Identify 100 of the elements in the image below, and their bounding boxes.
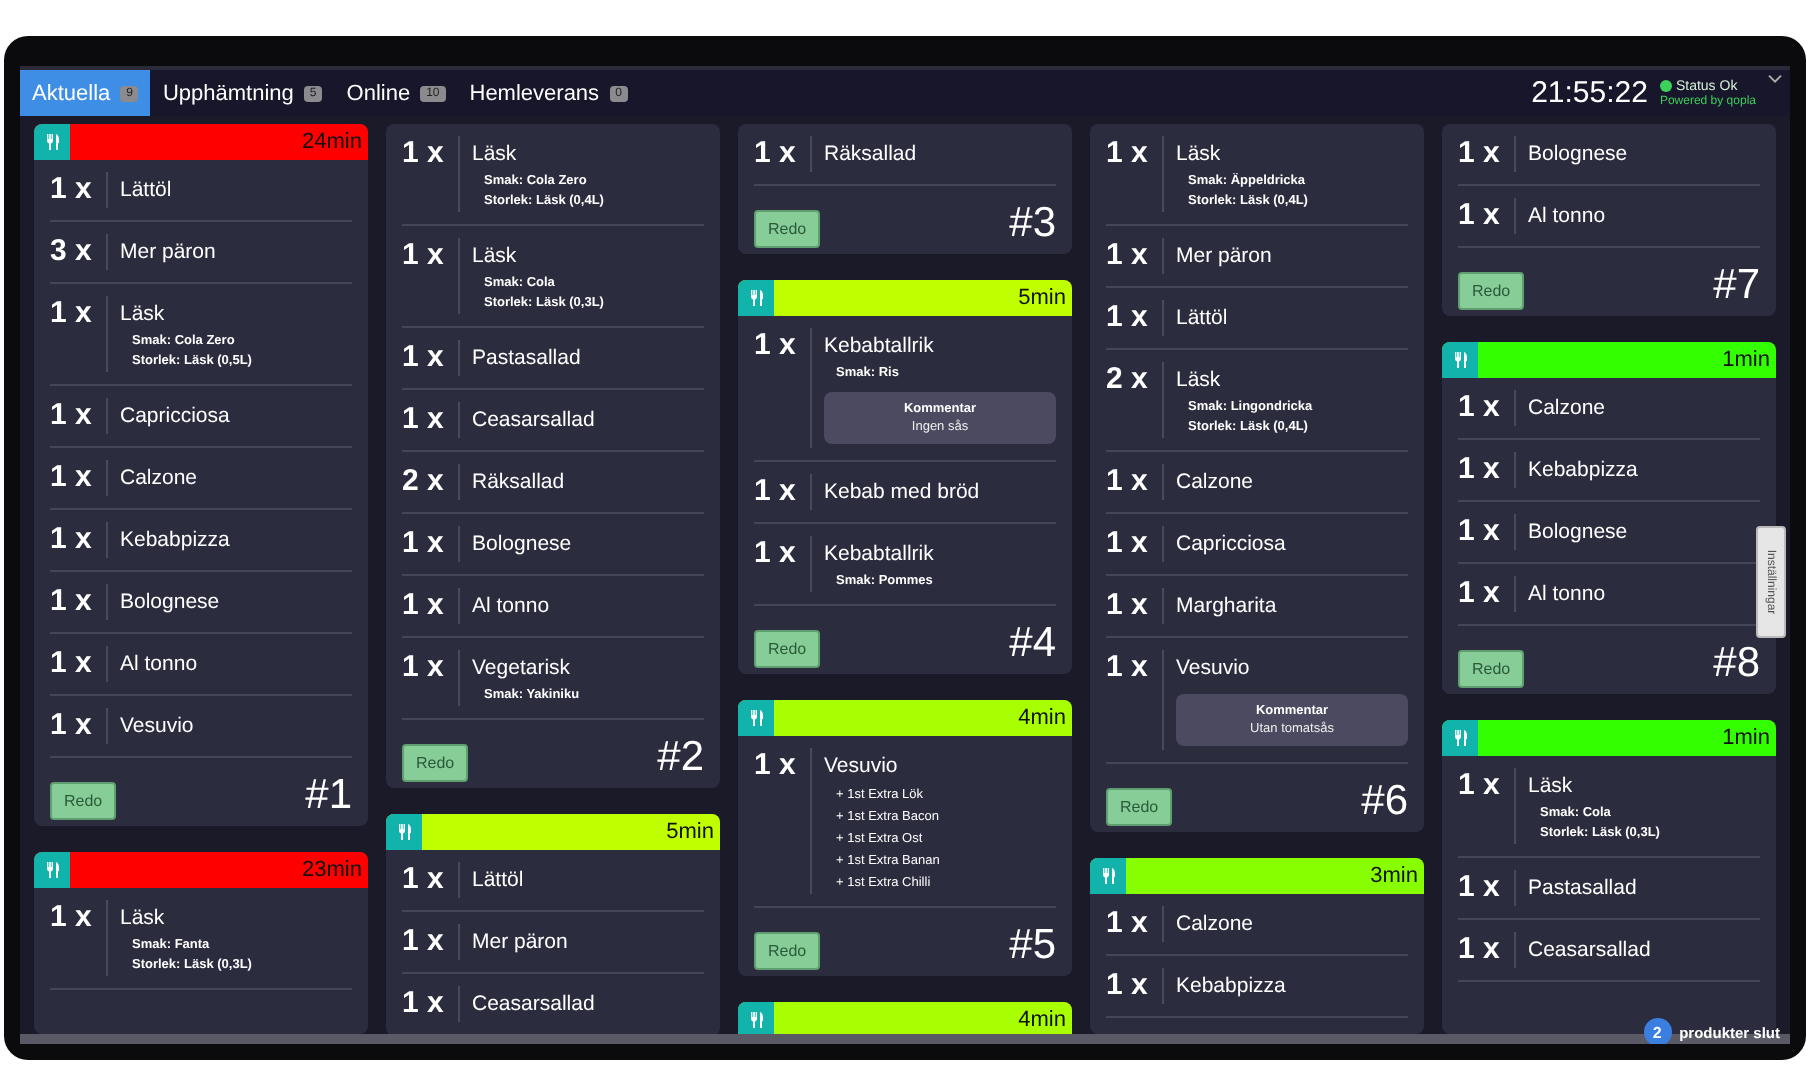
item-name: Ceasarsallad xyxy=(1528,936,1653,966)
item-quantity: 1 x xyxy=(50,900,94,938)
item-name: Lättöl xyxy=(1176,304,1230,334)
item-quantity: 1 x xyxy=(50,584,94,620)
item-name: Mer päron xyxy=(472,928,570,958)
item-name: Mer päron xyxy=(120,238,218,268)
order-number: #8 xyxy=(1713,640,1760,688)
item-quantity: 1 x xyxy=(402,340,446,376)
item-quantity: 1 x xyxy=(402,526,446,562)
item-quantity: 1 x xyxy=(1106,464,1150,500)
elapsed-time: 5min xyxy=(666,820,716,844)
item-quantity: 1 x xyxy=(50,460,94,496)
item-name: Räksallad xyxy=(824,140,919,170)
ready-button[interactable]: Redo xyxy=(1106,788,1173,826)
item-name: Al tonno xyxy=(472,592,552,622)
elapsed-time: 23min xyxy=(302,858,364,882)
item-quantity: 1 x xyxy=(50,296,94,334)
item-name: Vegetarisk xyxy=(472,654,573,684)
item-quantity: 1 x xyxy=(1458,514,1502,550)
order-number: #7 xyxy=(1713,262,1760,310)
status-dot xyxy=(1659,80,1672,92)
item-name: Vesuvio xyxy=(824,752,900,782)
cutlery-icon xyxy=(45,134,59,150)
item-name: Vesuvio xyxy=(120,712,196,742)
item-name: Calzone xyxy=(120,464,200,494)
item-quantity: 1 x xyxy=(50,172,94,208)
item-name: Läsk xyxy=(120,904,167,934)
item-quantity: 1 x xyxy=(402,862,446,898)
item-quantity: 1 x xyxy=(1106,906,1150,942)
item-quantity: 2 x xyxy=(402,464,446,500)
ready-button[interactable]: Redo xyxy=(754,210,821,248)
elapsed-time: 4min xyxy=(1018,706,1068,730)
elapsed-time: 1min xyxy=(1722,726,1772,750)
item-name: Kebabtallrik xyxy=(824,540,936,570)
cutlery-icon xyxy=(1101,868,1115,884)
item-quantity: 1 x xyxy=(1106,136,1150,174)
item-name: Calzone xyxy=(1176,910,1256,940)
ready-button[interactable]: Redo xyxy=(754,932,821,970)
item-quantity: 1 x xyxy=(402,588,446,624)
cutlery-icon xyxy=(45,862,59,878)
ready-button[interactable]: Redo xyxy=(1458,650,1525,688)
ready-button[interactable]: Redo xyxy=(754,630,821,668)
item-name: Läsk xyxy=(1528,772,1575,802)
cutlery-icon xyxy=(749,1012,763,1028)
elapsed-time: 5min xyxy=(1018,286,1068,310)
item-name: Läsk xyxy=(1176,366,1223,396)
ready-button[interactable]: Redo xyxy=(402,744,469,782)
item-quantity: 1 x xyxy=(1106,526,1150,562)
item-name: Läsk xyxy=(1176,140,1223,170)
item-name: Bolognese xyxy=(472,530,574,560)
order-number: #3 xyxy=(1009,200,1056,248)
elapsed-time: 1min xyxy=(1722,348,1772,372)
item-quantity: 1 x xyxy=(402,650,446,688)
item-name: Läsk xyxy=(120,300,167,330)
item-name: Ceasarsallad xyxy=(472,990,597,1020)
elapsed-time: 24min xyxy=(302,130,364,154)
ready-button[interactable]: Redo xyxy=(1458,272,1525,310)
item-quantity: 1 x xyxy=(1106,588,1150,624)
cutlery-icon xyxy=(397,824,411,840)
item-quantity: 1 x xyxy=(1106,650,1150,688)
order-number: #1 xyxy=(305,772,352,820)
item-name: Al tonno xyxy=(1528,580,1608,610)
item-quantity: 1 x xyxy=(402,924,446,960)
chevron-icon[interactable] xyxy=(1768,74,1782,84)
item-quantity: 1 x xyxy=(754,748,798,786)
item-quantity: 3 x xyxy=(50,234,94,270)
item-name: Capricciosa xyxy=(120,402,232,432)
item-quantity: 1 x xyxy=(1106,300,1150,336)
item-quantity: 1 x xyxy=(50,646,94,682)
cutlery-icon xyxy=(749,710,763,726)
order-number: #6 xyxy=(1361,778,1408,826)
item-name: Kebabpizza xyxy=(1176,972,1288,1002)
order-number: #5 xyxy=(1009,922,1056,970)
item-name: Calzone xyxy=(1528,394,1608,424)
item-quantity: 1 x xyxy=(1458,136,1502,172)
item-quantity: 1 x xyxy=(754,536,798,574)
item-quantity: 1 x xyxy=(402,986,446,1022)
item-quantity: 1 x xyxy=(1458,932,1502,968)
item-name: Läsk xyxy=(472,140,519,170)
cutlery-icon xyxy=(749,290,763,306)
order-number: #4 xyxy=(1009,620,1056,668)
item-name: Kebabpizza xyxy=(1528,456,1640,486)
item-name: Kebabpizza xyxy=(120,526,232,556)
item-quantity: 1 x xyxy=(754,136,798,172)
item-name: Lättöl xyxy=(120,176,174,206)
item-name: Al tonno xyxy=(120,650,200,680)
ready-button[interactable]: Redo xyxy=(50,782,117,820)
item-quantity: 1 x xyxy=(1458,576,1502,612)
item-quantity: 1 x xyxy=(1106,238,1150,274)
item-name: Calzone xyxy=(1176,468,1256,498)
cutlery-icon xyxy=(1453,730,1467,746)
item-quantity: 1 x xyxy=(1458,452,1502,488)
item-name: Lättöl xyxy=(472,866,526,896)
cutlery-icon xyxy=(1453,352,1467,368)
item-quantity: 1 x xyxy=(402,402,446,438)
clock: 21:55:22 xyxy=(1531,76,1648,110)
item-name: Kebab med bröd xyxy=(824,478,982,508)
elapsed-time: 4min xyxy=(1018,1008,1068,1032)
item-quantity: 2 x xyxy=(1106,362,1150,400)
item-name: Läsk xyxy=(472,242,519,272)
